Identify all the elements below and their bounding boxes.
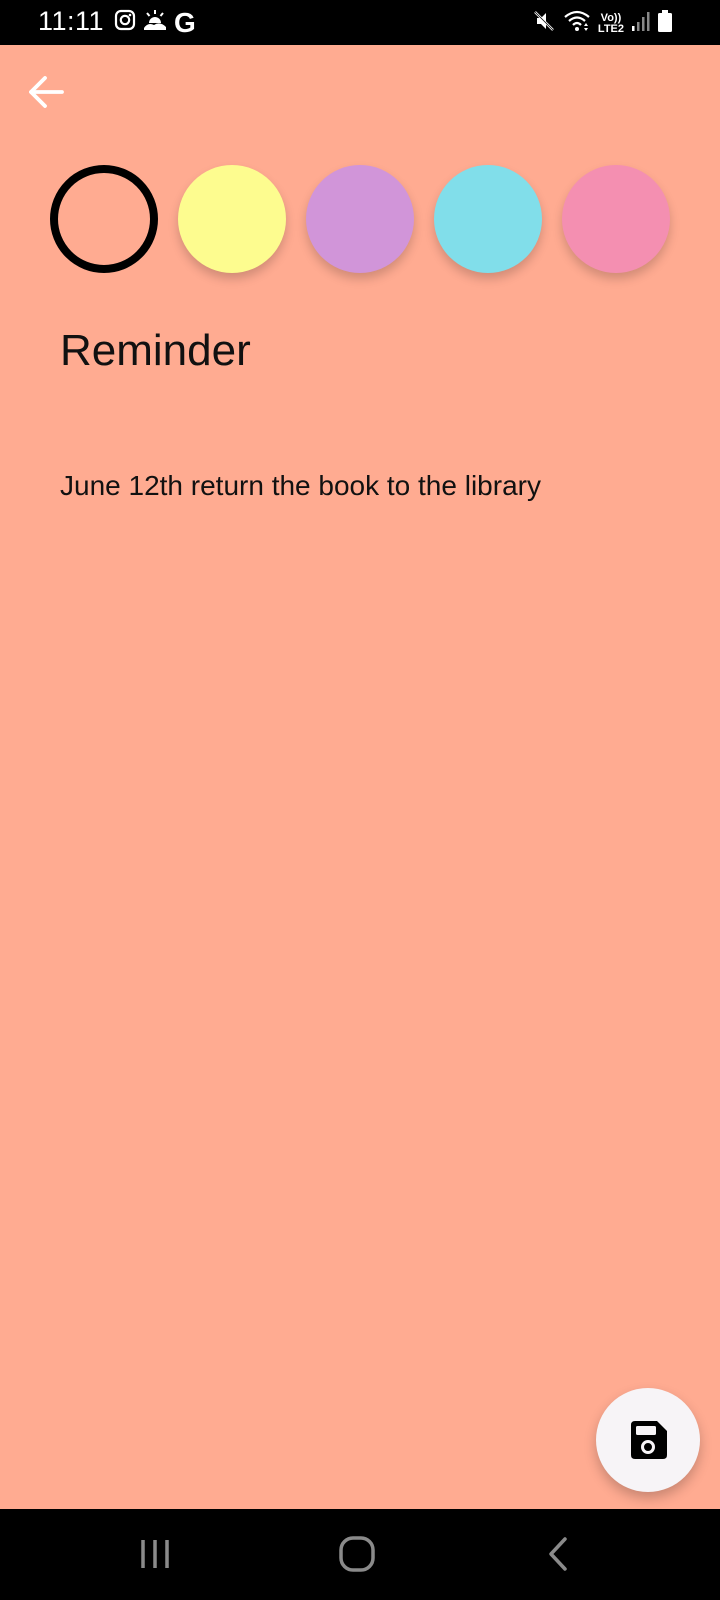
volte-icon: Vo)) LTE2: [597, 11, 624, 35]
recent-apps-icon: [141, 1540, 169, 1568]
note-body-field[interactable]: June 12th return the book to the library: [60, 470, 541, 502]
color-swatch-orange[interactable]: [50, 165, 158, 273]
battery-icon: [658, 10, 672, 37]
signal-icon: [632, 11, 650, 36]
note-editor-screen: 11:11 G Vo)) LTE2 Reminder June 12th ret…: [0, 0, 720, 1600]
volte-label-bottom: LTE2: [597, 22, 624, 35]
google-icon: G: [174, 6, 196, 38]
back-arrow-icon: [29, 76, 64, 108]
mute-icon: [532, 9, 556, 38]
back-button[interactable]: [22, 68, 70, 116]
status-time: 11:11: [38, 6, 105, 36]
note-title-field[interactable]: Reminder: [60, 326, 251, 376]
back-nav-button[interactable]: [528, 1529, 588, 1579]
back-nav-icon: [549, 1537, 567, 1571]
color-swatch-pink[interactable]: [562, 165, 670, 273]
instagram-icon: [114, 9, 136, 36]
status-left-icons: G: [114, 6, 196, 38]
home-button[interactable]: [327, 1529, 387, 1579]
status-bar: 11:11 G Vo)) LTE2: [0, 0, 720, 45]
color-swatch-cyan[interactable]: [434, 165, 542, 273]
status-right-icons: Vo)) LTE2: [532, 9, 672, 38]
recent-apps-button[interactable]: [125, 1529, 185, 1579]
wifi-icon: [564, 10, 590, 37]
color-swatch-yellow[interactable]: [178, 165, 286, 273]
home-icon: [339, 1536, 375, 1572]
color-picker: [50, 165, 670, 275]
save-button[interactable]: [596, 1388, 700, 1492]
color-swatch-purple[interactable]: [306, 165, 414, 273]
volte-label-top: Vo)): [600, 11, 622, 24]
save-icon: [631, 1421, 667, 1459]
navigation-bar: [0, 1509, 720, 1600]
weather-icon: [142, 9, 168, 36]
